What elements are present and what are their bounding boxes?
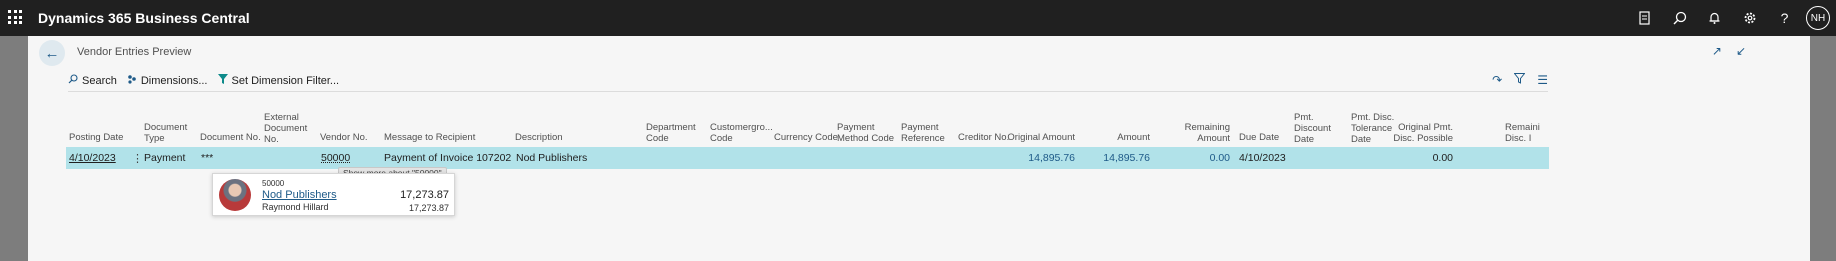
- column-header-document-type[interactable]: Document Type: [144, 122, 187, 144]
- report-inbox-icon[interactable]: [1627, 0, 1662, 36]
- column-header-line: Code: [710, 133, 733, 144]
- column-header-message-to-recipient[interactable]: Message to Recipient: [384, 132, 475, 143]
- column-header-line: Department: [646, 122, 696, 133]
- column-header-line: Method Code: [837, 133, 895, 144]
- action-bar: Search Dimensions... Set Dimension Filte…: [68, 70, 1548, 92]
- column-header-line: Pmt.: [1294, 112, 1314, 123]
- column-header-description[interactable]: Description: [515, 132, 563, 143]
- share-icon[interactable]: ↷: [1492, 73, 1502, 87]
- notifications-bell-icon[interactable]: [1697, 0, 1732, 36]
- column-header-line: Remaini: [1505, 122, 1540, 133]
- column-header-payment-reference[interactable]: Payment Reference: [901, 122, 945, 144]
- column-header-creditor-no[interactable]: Creditor No.: [958, 132, 1009, 143]
- column-header-remaining-amount[interactable]: Remaining Amount: [1158, 122, 1230, 144]
- column-header-line: Date: [1294, 134, 1315, 145]
- column-header-line: Disc. I: [1505, 133, 1532, 144]
- column-header-line: Type: [144, 133, 165, 144]
- cell-description[interactable]: Nod Publishers: [516, 152, 587, 164]
- cell-posting-date[interactable]: 4/10/2023: [69, 152, 116, 164]
- list-view-icon[interactable]: ☰: [1537, 73, 1548, 87]
- vendor-hover-card: 50000 Nod Publishers Raymond Hillard 17,…: [212, 173, 455, 216]
- search-action-label: Search: [82, 74, 117, 87]
- cell-original-pmt-disc-possible[interactable]: 0.00: [1378, 152, 1453, 164]
- cell-amount[interactable]: 14,895.76: [1078, 152, 1150, 164]
- cell-message-to-recipient[interactable]: Payment of Invoice 107202: [384, 152, 511, 164]
- cell-original-amount[interactable]: 14,895.76: [1003, 152, 1075, 164]
- collapse-icon[interactable]: ↙: [1736, 44, 1746, 58]
- set-dimension-filter-action[interactable]: Set Dimension Filter...: [217, 74, 340, 87]
- column-header-document-no[interactable]: Document No.: [200, 132, 261, 143]
- column-header-line: Document: [144, 122, 188, 133]
- top-bar-icons: ? NH: [1627, 0, 1836, 36]
- page-panel: ← Vendor Entries Preview ↗ ↙ Search Dime…: [28, 36, 1810, 261]
- column-header-external-document-no[interactable]: External Document No.: [264, 112, 307, 145]
- column-header-original-amount[interactable]: Original Amount: [1003, 132, 1075, 143]
- set-dimension-filter-label: Set Dimension Filter...: [231, 74, 340, 87]
- search-icon: [68, 74, 78, 87]
- column-header-line: Original Pmt.: [1398, 122, 1453, 133]
- page-header-icons: ↗ ↙: [1712, 44, 1746, 58]
- vendor-card-balance: 17,273.87: [400, 189, 449, 201]
- vendor-card-contact: Raymond Hillard: [262, 202, 329, 212]
- row-actions-kebab-icon[interactable]: ⋮: [132, 152, 143, 165]
- page-title: Vendor Entries Preview: [77, 46, 192, 58]
- column-header-original-pmt-disc-possible[interactable]: Original Pmt. Disc. Possible: [1378, 122, 1453, 144]
- cell-due-date[interactable]: 4/10/2023: [1239, 152, 1286, 164]
- column-header-posting-date[interactable]: Posting Date: [69, 132, 123, 143]
- filter-pane-icon[interactable]: [1513, 73, 1526, 87]
- dimensions-action-label: Dimensions...: [140, 74, 208, 87]
- vendor-contact-photo: [219, 179, 251, 211]
- user-avatar[interactable]: NH: [1806, 6, 1830, 30]
- column-header-line: Payment: [837, 122, 875, 133]
- column-header-due-date[interactable]: Due Date: [1239, 132, 1279, 143]
- vendor-card-name-link[interactable]: Nod Publishers: [262, 189, 337, 201]
- column-header-line: Code: [646, 133, 669, 144]
- column-header-line: Reference: [901, 133, 945, 144]
- vendor-card-balance-secondary: 17,273.87: [408, 203, 449, 213]
- cell-vendor-no[interactable]: 50000: [321, 152, 350, 164]
- filter-icon: [217, 74, 228, 87]
- column-header-line: Discount: [1294, 123, 1331, 134]
- column-header-line: External: [264, 112, 299, 123]
- vendor-card-number: 50000: [262, 179, 285, 188]
- column-header-customergroup-code[interactable]: Customergro... Code: [710, 122, 773, 144]
- column-header-line: Document: [264, 123, 308, 134]
- column-header-pmt-discount-date[interactable]: Pmt. Discount Date: [1294, 112, 1331, 145]
- settings-gear-icon[interactable]: [1732, 0, 1767, 36]
- column-header-line: Disc. Possible: [1393, 133, 1453, 144]
- app-title[interactable]: Dynamics 365 Business Central: [38, 10, 250, 26]
- dimensions-icon: [127, 74, 137, 87]
- app-launcher-icon[interactable]: [8, 10, 22, 24]
- column-header-payment-method-code[interactable]: Payment Method Code: [837, 122, 894, 144]
- column-header-remaining-pmt-disc[interactable]: Remaini Disc. I: [1505, 122, 1547, 144]
- action-bar-right-icons: ↷ ☰: [1492, 73, 1548, 87]
- cell-remaining-amount[interactable]: 0.00: [1158, 152, 1230, 164]
- cell-document-no[interactable]: ***: [201, 152, 213, 164]
- column-header-line: Amount: [1197, 133, 1230, 144]
- column-header-line: Customergro...: [710, 122, 773, 133]
- top-bar: Dynamics 365 Business Central ? NH: [0, 0, 1836, 36]
- column-header-line: Remaining: [1184, 122, 1230, 133]
- column-header-line: No.: [264, 134, 279, 145]
- search-icon[interactable]: [1662, 0, 1697, 36]
- open-new-window-icon[interactable]: ↗: [1712, 44, 1722, 58]
- column-header-vendor-no[interactable]: Vendor No.: [320, 132, 368, 143]
- column-header-amount[interactable]: Amount: [1078, 132, 1150, 143]
- search-action[interactable]: Search: [68, 74, 117, 87]
- back-arrow-icon[interactable]: ←: [39, 40, 65, 66]
- column-header-line: Payment: [901, 122, 939, 133]
- dimensions-action[interactable]: Dimensions...: [127, 74, 208, 87]
- cell-document-type[interactable]: Payment: [144, 152, 185, 164]
- column-header-currency-code[interactable]: Currency Code: [774, 132, 838, 143]
- table-row-selected[interactable]: [66, 147, 1549, 169]
- help-icon[interactable]: ?: [1767, 0, 1802, 36]
- column-header-department-code[interactable]: Department Code: [646, 122, 696, 144]
